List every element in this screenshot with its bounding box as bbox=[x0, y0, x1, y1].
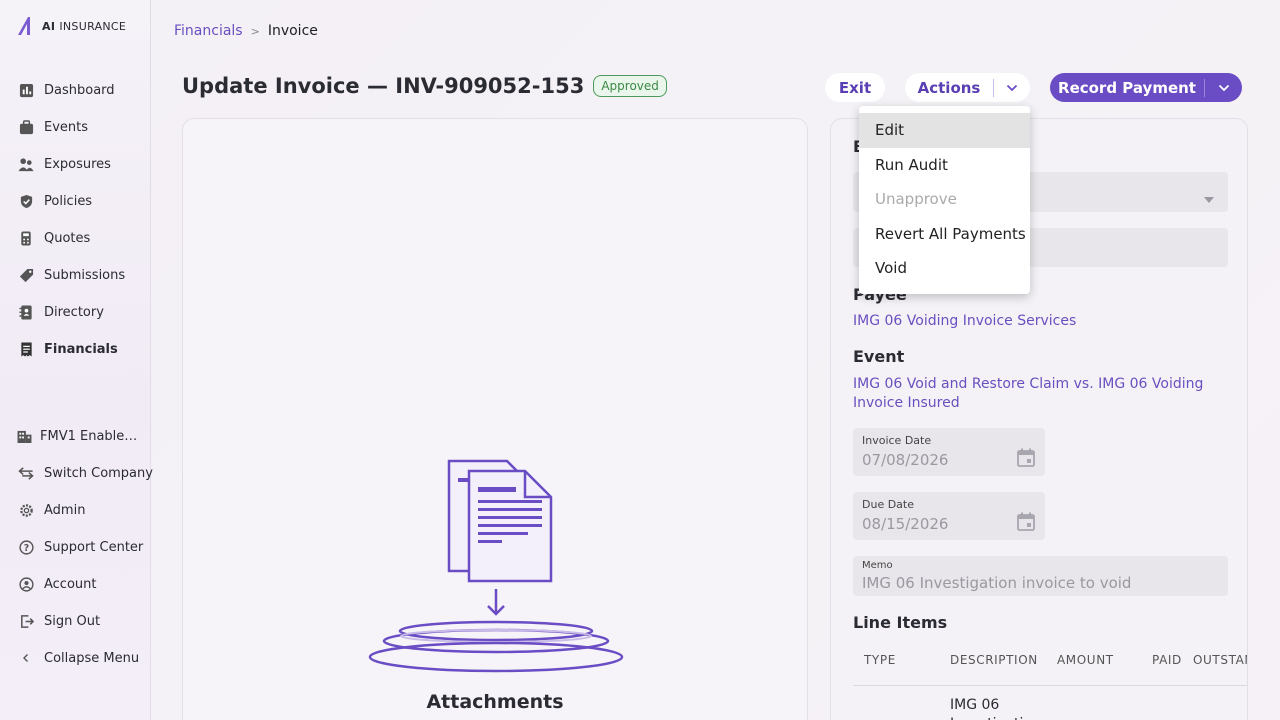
dashboard-icon bbox=[18, 82, 34, 98]
sidebar-item-directory[interactable]: Directory bbox=[18, 302, 104, 322]
sidebar-item-switch-company[interactable]: Switch Company bbox=[18, 463, 153, 483]
sidebar-item-label: Admin bbox=[44, 502, 86, 518]
attachments-panel[interactable]: Attachments bbox=[182, 118, 808, 720]
invoice-date-field[interactable]: Invoice Date 07/08/2026 bbox=[853, 428, 1045, 476]
svg-text:?: ? bbox=[23, 542, 28, 553]
sidebar-item-label: Financials bbox=[44, 341, 118, 357]
sidebar-item-label: Dashboard bbox=[44, 82, 115, 98]
menu-item-revert-all-payments[interactable]: Revert All Payments bbox=[859, 217, 1030, 252]
briefcase-icon bbox=[18, 119, 34, 135]
sidebar-item-admin[interactable]: Admin bbox=[18, 500, 85, 520]
table-cell-description: IMG 06 Investigation bbox=[950, 697, 1041, 720]
event-label: Event bbox=[853, 347, 905, 366]
sidebar-item-label: Support Center bbox=[44, 539, 144, 555]
due-date-field[interactable]: Due Date 08/15/2026 bbox=[853, 492, 1045, 540]
payee-link[interactable]: IMG 06 Voiding Invoice Services bbox=[853, 312, 1076, 331]
sidebar-item-policies[interactable]: Policies bbox=[18, 191, 92, 211]
calculator-icon bbox=[18, 230, 34, 246]
page-title: Update Invoice — INV-909052-153 bbox=[182, 74, 585, 98]
logo-icon bbox=[18, 17, 30, 35]
sidebar-item-exposures[interactable]: Exposures bbox=[18, 154, 111, 174]
title-row: Update Invoice — INV-909052-153 Approved bbox=[182, 74, 667, 98]
record-payment-label: Record Payment bbox=[1058, 78, 1196, 97]
chevron-down-icon[interactable] bbox=[1205, 84, 1242, 92]
help-icon: ? bbox=[18, 539, 34, 555]
sidebar-item-label: Quotes bbox=[44, 230, 91, 246]
sidebar-item-label: Events bbox=[44, 119, 89, 135]
actions-menu: Edit Run Audit Unapprove Revert All Paym… bbox=[859, 106, 1030, 294]
menu-item-unapprove: Unapprove bbox=[875, 190, 957, 209]
contacts-icon bbox=[18, 304, 34, 320]
column-header-paid[interactable]: PAID bbox=[1152, 653, 1182, 667]
due-date-label: Due Date bbox=[862, 498, 914, 511]
sidebar-item-support-center[interactable]: ? Support Center bbox=[18, 537, 143, 557]
record-payment-button[interactable]: Record Payment bbox=[1050, 73, 1242, 102]
shield-icon bbox=[18, 193, 34, 209]
due-date-value: 08/15/2026 bbox=[862, 515, 949, 533]
status-badge: Approved bbox=[593, 75, 667, 97]
sidebar-item-submissions[interactable]: Submissions bbox=[18, 265, 125, 285]
building-icon bbox=[16, 428, 32, 444]
calendar-icon[interactable] bbox=[1017, 448, 1035, 471]
tag-icon bbox=[18, 267, 34, 283]
chevron-left-icon bbox=[18, 650, 34, 666]
column-header-amount[interactable]: AMOUNT bbox=[1057, 653, 1114, 667]
menu-item-edit[interactable]: Edit bbox=[859, 113, 1030, 148]
sidebar-item-label: Exposures bbox=[44, 156, 111, 172]
app-logo[interactable]: AI INSURANCE bbox=[16, 15, 126, 37]
column-header-outstanding[interactable]: OUTSTANDING bbox=[1193, 653, 1247, 667]
sidebar: AI INSURANCE Dashboard Events Exposures … bbox=[0, 0, 153, 720]
caret-down-icon bbox=[1204, 188, 1214, 207]
breadcrumb-current: Invoice bbox=[267, 23, 318, 39]
memo-value: IMG 06 Investigation invoice to void bbox=[862, 574, 1132, 592]
breadcrumb-separator: > bbox=[250, 24, 260, 38]
sidebar-item-financials[interactable]: Financials bbox=[18, 339, 118, 359]
sidebar-item-dashboard[interactable]: Dashboard bbox=[18, 80, 115, 100]
receipt-icon bbox=[18, 341, 34, 357]
event-link[interactable]: IMG 06 Void and Restore Claim vs. IMG 06… bbox=[853, 375, 1238, 413]
breadcrumb: Financials > Invoice bbox=[174, 23, 318, 39]
attachments-title: Attachments bbox=[426, 691, 564, 713]
calendar-icon[interactable] bbox=[1017, 512, 1035, 535]
company-name: FMV1 Enabled Company bbox=[40, 428, 145, 444]
memo-field[interactable]: Memo IMG 06 Investigation invoice to voi… bbox=[853, 556, 1228, 596]
sidebar-item-label: Collapse Menu bbox=[44, 650, 140, 666]
people-icon bbox=[18, 156, 34, 172]
sidebar-item-label: Policies bbox=[44, 193, 93, 209]
gear-icon bbox=[18, 502, 34, 518]
line-items-label: Line Items bbox=[853, 613, 948, 632]
swap-icon bbox=[18, 465, 34, 481]
sidebar-item-label: Account bbox=[44, 576, 97, 592]
sidebar-item-quotes[interactable]: Quotes bbox=[18, 228, 90, 248]
menu-item-run-audit[interactable]: Run Audit bbox=[859, 148, 1030, 183]
sidebar-item-company[interactable]: FMV1 Enabled Company bbox=[16, 426, 145, 446]
breadcrumb-financials-link[interactable]: Financials bbox=[174, 23, 243, 39]
sidebar-item-label: Directory bbox=[44, 304, 104, 320]
sidebar-item-account[interactable]: Account bbox=[18, 574, 97, 594]
sign-out-icon bbox=[18, 613, 34, 629]
invoice-date-label: Invoice Date bbox=[862, 434, 932, 447]
sidebar-item-label: Sign Out bbox=[44, 613, 101, 629]
memo-label: Memo bbox=[862, 560, 893, 571]
column-header-type[interactable]: TYPE bbox=[864, 653, 896, 667]
sidebar-item-sign-out[interactable]: Sign Out bbox=[18, 611, 100, 631]
actions-button[interactable]: Actions bbox=[905, 73, 1030, 102]
chevron-down-icon[interactable] bbox=[994, 84, 1030, 92]
document-upload-icon bbox=[368, 459, 624, 673]
sidebar-item-label: Submissions bbox=[44, 267, 126, 283]
table-divider bbox=[853, 685, 1247, 686]
invoice-date-value: 07/08/2026 bbox=[862, 451, 949, 469]
sidebar-item-collapse-menu[interactable]: Collapse Menu bbox=[18, 648, 139, 668]
column-header-description[interactable]: DESCRIPTION bbox=[950, 653, 1038, 667]
logo-name: INSURANCE bbox=[59, 19, 127, 33]
user-circle-icon bbox=[18, 576, 34, 592]
sidebar-item-label: Switch Company bbox=[44, 465, 153, 481]
sidebar-item-events[interactable]: Events bbox=[18, 117, 88, 137]
exit-button[interactable]: Exit bbox=[825, 73, 885, 102]
menu-item-void[interactable]: Void bbox=[859, 251, 1030, 286]
actions-label: Actions bbox=[917, 78, 981, 97]
logo-brand: AI bbox=[42, 19, 56, 33]
